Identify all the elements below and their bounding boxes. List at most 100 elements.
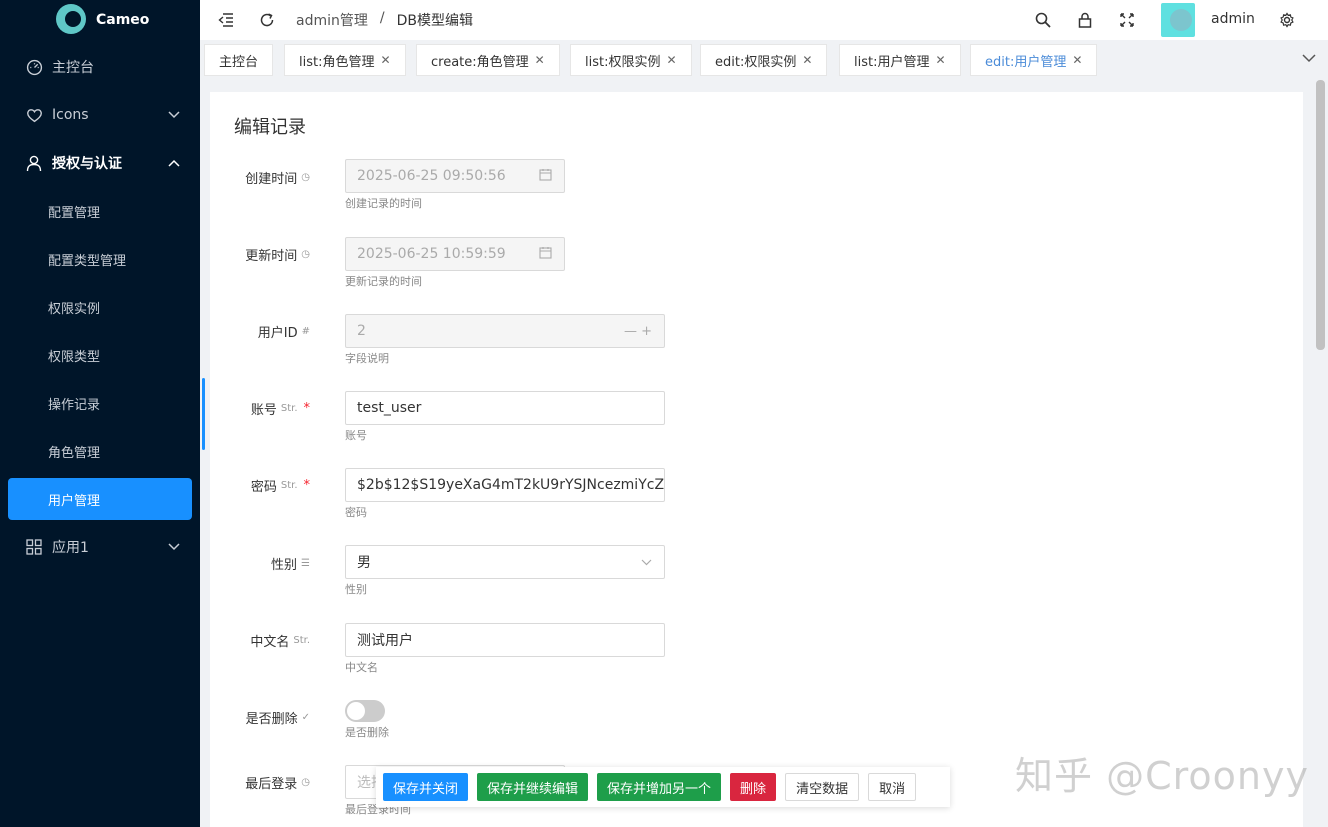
scrollbar-thumb[interactable]: [1316, 80, 1325, 350]
tab-edit-user[interactable]: edit:用户管理 ✕: [970, 44, 1098, 76]
tab-edit-permission[interactable]: edit:权限实例 ✕: [700, 44, 828, 76]
tab-label: list:权限实例: [585, 54, 661, 70]
field-help: 创建记录的时间: [345, 197, 422, 210]
field-help: 性别: [345, 583, 367, 596]
close-icon[interactable]: ✕: [1072, 53, 1082, 67]
sidebar-item-dashboard[interactable]: 主控台: [0, 46, 200, 88]
close-icon[interactable]: ✕: [380, 53, 390, 67]
account-input[interactable]: test_user: [345, 391, 665, 425]
tab-label: 主控台: [219, 54, 259, 70]
required-mark: *: [303, 401, 311, 416]
sidebar-item-label: 主控台: [52, 60, 94, 76]
sidebar-subitem-permission-instance[interactable]: 权限实例: [8, 286, 192, 328]
chinese-name-input[interactable]: 测试用户: [345, 623, 665, 657]
dashboard-icon: [25, 58, 43, 76]
field-label-last-login: 最后登录 ◷: [245, 777, 310, 792]
tab-list-user[interactable]: list:用户管理 ✕: [839, 44, 961, 76]
sidebar-subitem-permission-type[interactable]: 权限类型: [8, 334, 192, 376]
logo[interactable]: Cameo: [0, 0, 200, 40]
field-label-account: 账号 Str. *: [250, 401, 311, 418]
tab-label: create:角色管理: [431, 54, 529, 70]
tab-label: edit:权限实例: [715, 54, 797, 70]
tab-bar: 主控台 list:角色管理 ✕ create:角色管理 ✕ list:权限实例 ✕ e…: [200, 40, 1328, 80]
created-time-input: 2025-06-25 09:50:56: [345, 159, 565, 193]
field-help: 密码: [345, 506, 367, 519]
sidebar-subitem-role[interactable]: 角色管理: [8, 430, 192, 472]
minus-plus-icon: — +: [623, 323, 652, 339]
sidebar-subitem-operation-log[interactable]: 操作记录: [8, 382, 192, 424]
password-input[interactable]: $2b$12$S19yeXaG4mT2kU9rYSJNcezmiYcZ5: [345, 468, 665, 502]
field-label-gender: 性别 ☰: [271, 558, 310, 573]
tab-list-permission[interactable]: list:权限实例 ✕: [570, 44, 692, 76]
reload-icon[interactable]: [257, 10, 277, 30]
close-icon[interactable]: ✕: [935, 53, 945, 67]
field-help: 中文名: [345, 661, 378, 674]
string-icon: Str.: [280, 403, 298, 414]
gear-icon[interactable]: [1277, 10, 1297, 30]
sidebar-subitem-user[interactable]: 用户管理: [8, 478, 192, 520]
field-help: 字段说明: [345, 352, 389, 365]
calendar-icon: [539, 168, 552, 185]
sidebar-item-app1[interactable]: 应用1: [0, 526, 200, 568]
chevron-down-icon: [168, 109, 180, 122]
string-icon: Str.: [280, 480, 298, 491]
menu-fold-icon[interactable]: [216, 10, 236, 30]
app-name: Cameo: [96, 12, 150, 28]
close-icon[interactable]: ✕: [666, 53, 676, 67]
close-icon[interactable]: ✕: [802, 53, 812, 67]
tab-label: edit:用户管理: [985, 54, 1067, 70]
save-continue-button[interactable]: 保存并继续编辑: [477, 773, 589, 801]
clock-icon: ◷: [301, 172, 310, 183]
updated-time-input: 2025-06-25 10:59:59: [345, 237, 565, 271]
cancel-button[interactable]: 取消: [868, 773, 917, 801]
user-id-stepper: 2 — +: [345, 314, 665, 348]
save-close-button[interactable]: 保存并关闭: [383, 773, 469, 801]
sidebar-resize-handle[interactable]: [202, 378, 205, 450]
search-icon[interactable]: [1033, 10, 1053, 30]
sidebar-item-label: 授权与认证: [52, 156, 122, 172]
form-action-bar: 保存并关闭 保存并继续编辑 保存并增加另一个 删除 清空数据 取消: [376, 767, 950, 807]
sidebar-subitem-config[interactable]: 配置管理: [8, 190, 192, 232]
calendar-icon: [539, 246, 552, 263]
field-label-created: 创建时间 ◷: [245, 172, 310, 187]
user-icon: [25, 154, 43, 172]
chevron-down-icon: [641, 555, 652, 570]
scrollbar[interactable]: [1316, 80, 1325, 827]
page-title: 编辑记录: [234, 117, 306, 138]
field-label-password: 密码 Str. *: [250, 478, 311, 495]
breadcrumb-item[interactable]: admin管理: [296, 10, 368, 30]
tab-label: list:角色管理: [299, 54, 375, 70]
cameo-logo-icon: [56, 4, 86, 34]
check-circle-icon: ✓: [301, 712, 310, 723]
edit-form-panel: 编辑记录 创建时间 ◷ 2025-06-25 09:50:56 创建记录的时间 更…: [210, 92, 1303, 827]
lock-icon[interactable]: [1075, 10, 1095, 30]
close-icon[interactable]: ✕: [535, 53, 545, 67]
clock-icon: ◷: [301, 249, 310, 260]
tab-list-role[interactable]: list:角色管理 ✕: [284, 44, 406, 76]
delete-button[interactable]: 删除: [730, 773, 777, 801]
chevron-down-icon[interactable]: [1302, 52, 1316, 66]
clear-button[interactable]: 清空数据: [785, 773, 860, 801]
deleted-toggle[interactable]: [345, 700, 385, 722]
watermark: 知乎 @Croonyy: [1015, 754, 1309, 798]
gender-select[interactable]: 男: [345, 545, 665, 579]
tab-create-role[interactable]: create:角色管理 ✕: [416, 44, 560, 76]
save-add-another-button[interactable]: 保存并增加另一个: [597, 773, 722, 801]
grid-icon: [25, 538, 43, 556]
required-mark: *: [303, 478, 311, 493]
avatar[interactable]: [1161, 3, 1195, 37]
tab-dashboard[interactable]: 主控台: [204, 44, 274, 76]
sidebar-item-auth[interactable]: 授权与认证: [0, 142, 200, 184]
chevron-down-icon: [168, 541, 180, 554]
sidebar-item-icons[interactable]: Icons: [0, 94, 200, 136]
sidebar-subitem-config-type[interactable]: 配置类型管理: [8, 238, 192, 280]
field-help: 账号: [345, 429, 367, 442]
fullscreen-icon[interactable]: [1117, 10, 1137, 30]
list-icon: ☰: [301, 558, 310, 569]
field-label-chinese-name: 中文名 Str.: [250, 635, 310, 650]
hash-icon: #: [301, 326, 310, 337]
clock-icon: ◷: [301, 777, 310, 788]
username[interactable]: admin: [1211, 11, 1255, 27]
heart-icon: [25, 106, 43, 124]
breadcrumb-current: DB模型编辑: [396, 13, 473, 29]
